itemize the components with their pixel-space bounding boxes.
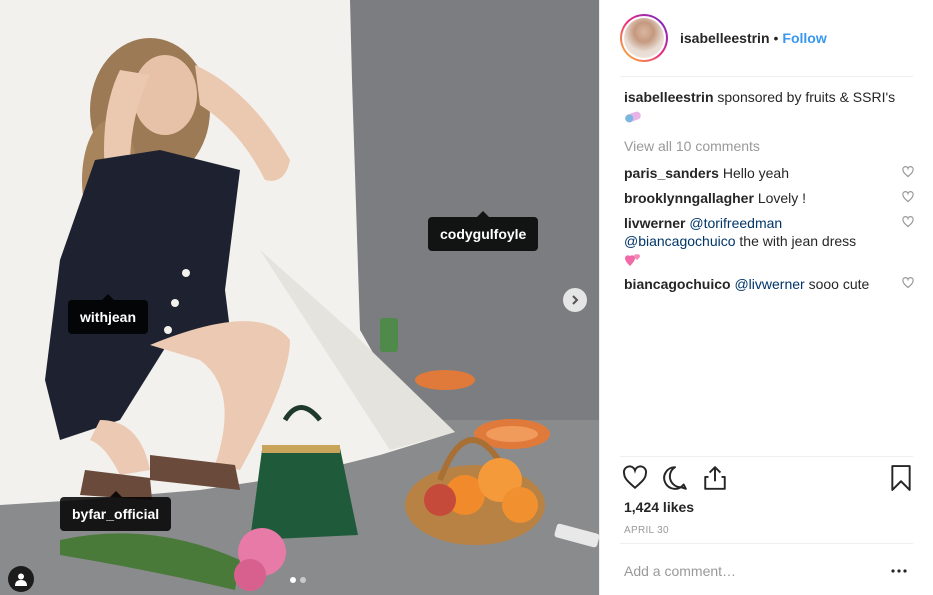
post-photo[interactable]: withjean codygulfoyle byfar_official (0, 0, 599, 595)
comment-username[interactable]: biancagochuico (624, 276, 731, 292)
carousel-dot-active (290, 577, 296, 583)
header-bullet: • (773, 30, 779, 46)
comment-username[interactable]: brooklynngallagher (624, 190, 754, 206)
photo-tag-byfar-official[interactable]: byfar_official (60, 491, 172, 531)
divider (620, 456, 913, 457)
comment-username[interactable]: paris_sanders (624, 165, 719, 181)
heart-icon[interactable] (902, 166, 914, 178)
likes-count[interactable]: 1,424 likes (624, 499, 694, 515)
more-dots-icon[interactable] (890, 562, 908, 580)
comment-text: sooo cute (808, 276, 870, 293)
chevron-right-icon (572, 295, 579, 305)
heart-icon[interactable] (902, 277, 914, 289)
carousel-next-button[interactable] (563, 288, 587, 312)
two-hearts-emoji-icon (625, 254, 640, 267)
user-tags-button[interactable] (8, 566, 34, 592)
heart-icon[interactable] (622, 465, 648, 491)
follow-button[interactable]: Follow (782, 30, 826, 46)
carousel-indicator (290, 577, 306, 583)
comment-text: Lovely ! (757, 190, 807, 206)
comment-item: paris_sanders Hello yeah (624, 164, 914, 182)
caption-text: sponsored by fruits & SSRI's (717, 89, 896, 105)
comment-item: biancagochuico @livwerner sooo cute (624, 275, 914, 293)
pill-emoji-icon (625, 111, 641, 123)
carousel-dot (300, 577, 306, 583)
heart-icon[interactable] (902, 216, 914, 228)
divider (620, 543, 913, 544)
comment-text: Hello yeah (722, 165, 789, 181)
comment-mention[interactable]: @livwerner (734, 276, 804, 292)
post-date: APRIL 30 (624, 525, 669, 536)
share-icon[interactable] (702, 465, 728, 491)
comment-item: livwerner @torifreedman @biancagochuico … (624, 214, 914, 268)
divider (620, 76, 913, 77)
comment-text: the with jean dress (739, 233, 857, 249)
header-username[interactable]: isabelleestrin (680, 30, 770, 46)
comment-mention[interactable]: @torifreedman (689, 215, 782, 231)
post-header: isabelleestrin • Follow (600, 0, 933, 76)
photo-tag-withjean[interactable]: withjean (68, 294, 149, 334)
post-caption: isabelleestrin sponsored by fruits & SSR… (624, 88, 914, 126)
add-comment-input[interactable]: Add a comment… (624, 563, 864, 579)
avatar (624, 18, 664, 58)
comment-bubble-icon[interactable] (662, 465, 688, 491)
photo-tag-codygulfoyle[interactable]: codygulfoyle (428, 211, 539, 251)
person-icon (15, 573, 27, 586)
bookmark-icon[interactable] (890, 465, 912, 491)
post-side-panel: isabelleestrin • Follow isabelleestrin s… (599, 0, 933, 595)
caption-username[interactable]: isabelleestrin (624, 89, 714, 105)
view-all-comments-link[interactable]: View all 10 comments (624, 138, 914, 154)
heart-icon[interactable] (902, 191, 914, 203)
comment-username[interactable]: livwerner (624, 215, 685, 231)
post-actions (622, 465, 914, 493)
comment-mention[interactable]: @biancagochuico (624, 233, 736, 249)
story-ring[interactable] (620, 14, 668, 62)
comment-item: brooklynngallagher Lovely ! (624, 189, 914, 207)
comments-section: isabelleestrin sponsored by fruits & SSR… (624, 88, 914, 293)
